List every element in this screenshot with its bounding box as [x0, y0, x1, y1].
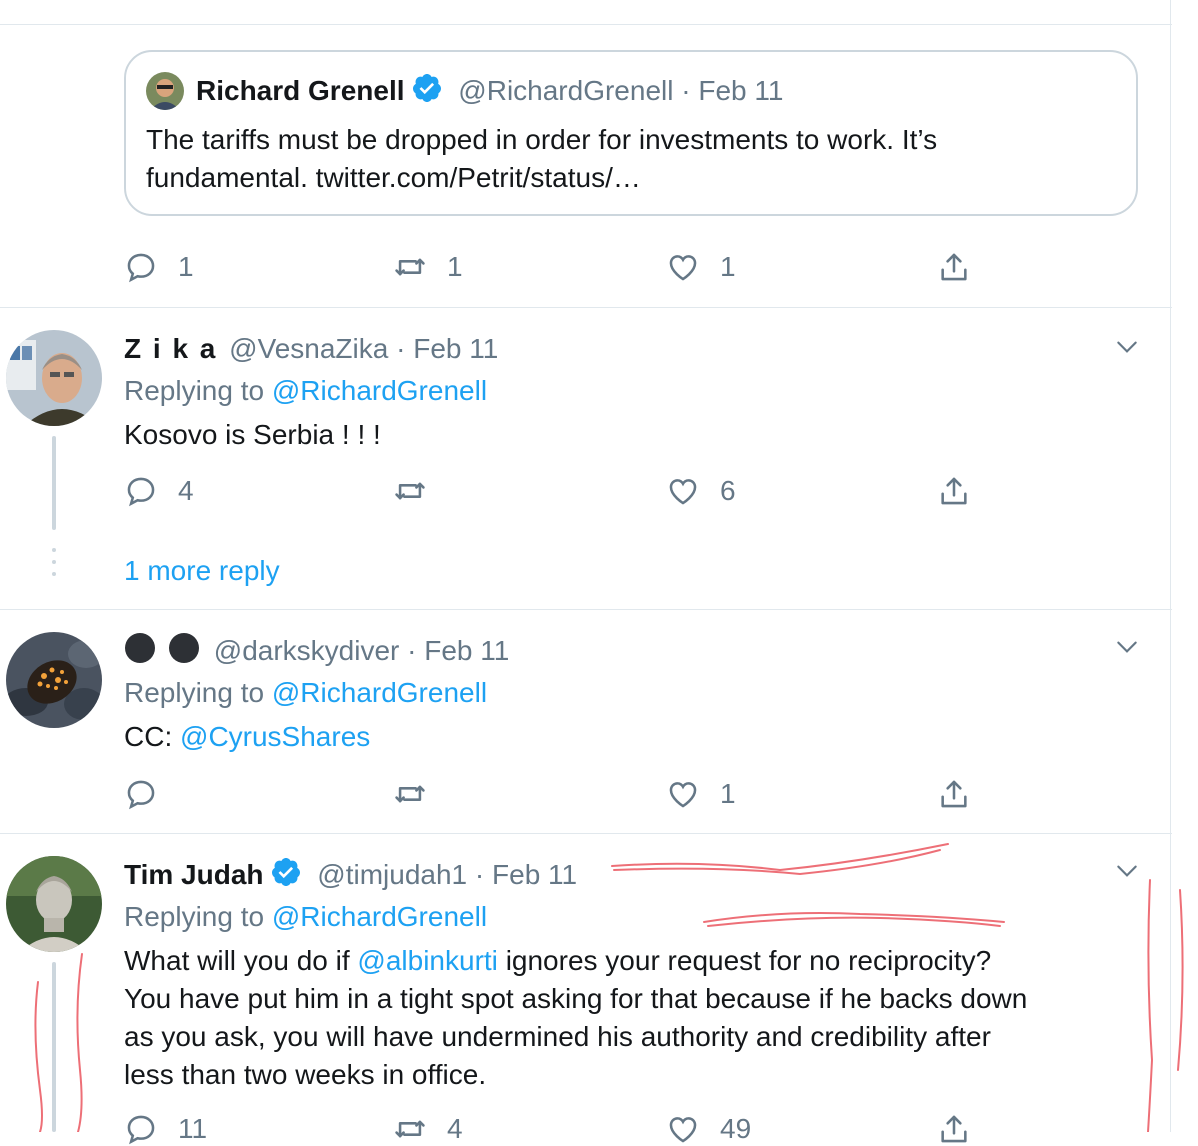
share-icon — [941, 253, 967, 281]
share-icon — [941, 1115, 967, 1143]
mention-link[interactable]: @CyrusShares — [180, 721, 370, 752]
avatar[interactable] — [6, 632, 102, 728]
quoted-header: Richard Grenell @RichardGrenell · Feb 11 — [196, 72, 783, 114]
share-button[interactable] — [937, 474, 971, 508]
like-button[interactable]: 49 — [666, 1112, 751, 1146]
like-count: 49 — [720, 1113, 752, 1144]
retweet-icon — [395, 482, 425, 500]
replying-to: Replying to @RichardGrenell — [124, 372, 487, 410]
more-replies-link[interactable]: 1 more reply — [124, 552, 280, 590]
tweet-text: Kosovo is Serbia ! ! ! — [124, 419, 381, 450]
author-name[interactable] — [124, 632, 202, 674]
chevron-down-icon[interactable] — [1114, 858, 1140, 884]
tweet-header: @darkskydiver · Feb 11 — [124, 632, 509, 674]
tweet-header: Tim Judah @timjudah1 · Feb 11 — [124, 856, 577, 898]
share-button[interactable] — [937, 250, 971, 284]
retweet-button[interactable] — [393, 474, 447, 508]
verified-badge-icon — [270, 856, 302, 898]
chevron-down-icon[interactable] — [1114, 334, 1140, 360]
quoted-author-name[interactable]: Richard Grenell — [196, 75, 405, 106]
retweet-icon — [395, 258, 425, 276]
like-count: 6 — [720, 475, 736, 506]
quoted-text-line2: fundamental. twitter.com/Petrit/status/… — [146, 162, 641, 193]
retweet-button[interactable]: 1 — [393, 250, 463, 284]
replying-to: Replying to @RichardGrenell — [124, 674, 487, 712]
author-handle: @darkskydiver — [213, 635, 400, 666]
thread-more-dots — [52, 548, 56, 584]
reply-icon — [127, 253, 155, 283]
share-icon — [941, 780, 967, 808]
tweet-text-line2: You have put him in a tight spot asking … — [124, 983, 1028, 1014]
share-button[interactable] — [937, 1112, 971, 1146]
reply-count: 1 — [178, 251, 194, 282]
like-icon — [669, 782, 697, 808]
like-icon — [669, 1117, 697, 1143]
tweet-text-line4: less than two weeks in office. — [124, 1059, 487, 1090]
chevron-down-icon[interactable] — [1114, 634, 1140, 660]
retweet-button[interactable]: 4 — [393, 1112, 463, 1146]
replying-to-label: Replying to — [124, 901, 265, 932]
reply-icon — [127, 477, 155, 507]
share-button[interactable] — [937, 777, 971, 811]
top-divider — [0, 24, 1172, 25]
replying-to-label: Replying to — [124, 375, 265, 406]
reply-count: 11 — [178, 1113, 208, 1144]
tweet-text: CC: @CyrusShares — [124, 718, 370, 756]
retweet-count: 4 — [447, 1113, 463, 1144]
replying-to-label: Replying to — [124, 677, 265, 708]
tweet-date[interactable]: · Feb 11 — [396, 333, 498, 364]
retweet-button[interactable] — [393, 777, 447, 811]
reply-button[interactable]: 1 — [124, 250, 194, 284]
mention-link[interactable]: @albinkurti — [357, 945, 497, 976]
replying-to: Replying to @RichardGrenell — [124, 898, 487, 936]
tweet-date[interactable]: · Feb 11 — [407, 635, 509, 666]
avatar[interactable] — [6, 330, 102, 426]
quoted-date[interactable]: · Feb 11 — [681, 75, 783, 106]
avatar[interactable] — [6, 856, 102, 952]
tweet-divider — [0, 609, 1172, 610]
tweet-text-line1: What will you do if @albinkurti ignores … — [124, 945, 992, 976]
replying-to-link[interactable]: @RichardGrenell — [272, 375, 487, 406]
author-handle: @timjudah1 — [317, 859, 468, 890]
thread-line — [52, 436, 56, 530]
like-count: 1 — [720, 251, 736, 282]
reply-button[interactable] — [124, 777, 178, 811]
retweet-icon — [395, 785, 425, 803]
replying-to-link[interactable]: @RichardGrenell — [272, 677, 487, 708]
timeline-border — [1170, 0, 1171, 1132]
reply-icon — [127, 1115, 155, 1145]
like-button[interactable]: 6 — [666, 474, 736, 508]
reply-button[interactable]: 11 — [124, 1112, 207, 1146]
like-count: 1 — [720, 778, 736, 809]
quoted-avatar[interactable] — [146, 72, 184, 110]
quoted-text-line1: The tariffs must be dropped in order for… — [146, 124, 938, 155]
like-icon — [669, 255, 697, 281]
quoted-author-handle: @RichardGrenell — [458, 75, 674, 106]
like-icon — [669, 479, 697, 505]
reply-count: 4 — [178, 475, 194, 506]
retweet-icon — [395, 1120, 425, 1138]
thread-line — [52, 962, 56, 1132]
like-button[interactable]: 1 — [666, 250, 736, 284]
like-button[interactable]: 1 — [666, 777, 736, 811]
reply-icon — [127, 780, 155, 810]
tweet-text-line3: as you ask, you will have undermined his… — [124, 1021, 991, 1052]
reply-button[interactable]: 4 — [124, 474, 194, 508]
share-icon — [941, 477, 967, 505]
author-name[interactable]: Tim Judah — [124, 859, 264, 890]
tweet-divider — [0, 307, 1172, 308]
author-name[interactable]: Z i k a — [124, 333, 217, 364]
tweet-text-prefix: CC: — [124, 721, 173, 752]
replying-to-link[interactable]: @RichardGrenell — [272, 901, 487, 932]
tweet-header: Z i k a @VesnaZika · Feb 11 — [124, 330, 498, 368]
author-handle: @VesnaZika — [229, 333, 389, 364]
retweet-count: 1 — [447, 251, 463, 282]
verified-badge-icon — [411, 72, 443, 114]
tweet-divider — [0, 833, 1172, 834]
tweet-date[interactable]: · Feb 11 — [475, 859, 577, 890]
